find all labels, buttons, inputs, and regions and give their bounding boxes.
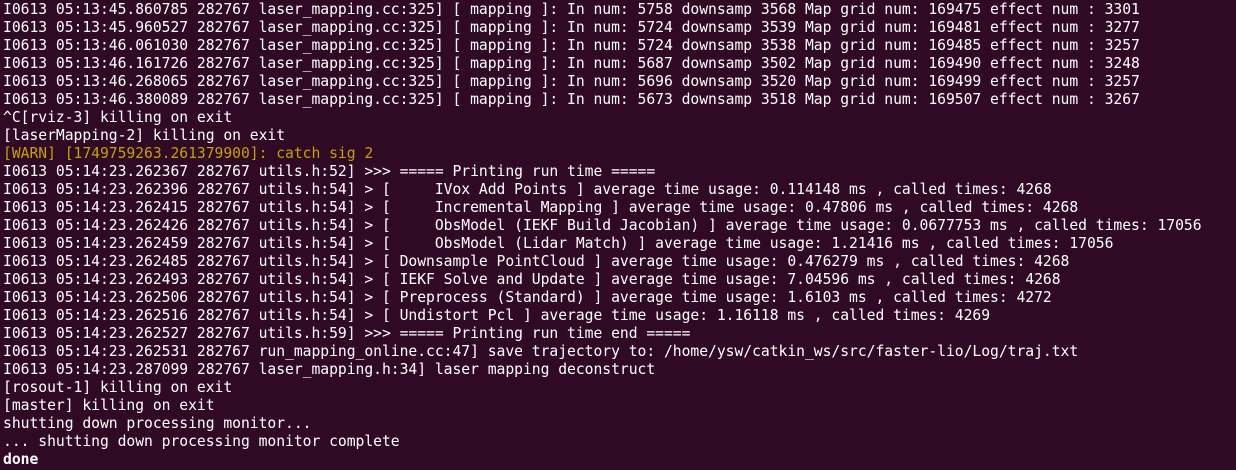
done-line: done: [3, 451, 39, 468]
log-line: I0613 05:14:23.262493 282767 utils.h:54]…: [3, 271, 1061, 288]
log-line: I0613 05:14:23.262531 282767 run_mapping…: [3, 343, 1079, 360]
log-line: ^C[rviz-3] killing on exit: [3, 109, 233, 126]
log-line: [master] killing on exit: [3, 397, 215, 414]
log-line: I0613 05:14:23.262367 282767 utils.h:52]…: [3, 163, 656, 180]
log-line: I0613 05:14:23.262516 282767 utils.h:54]…: [3, 307, 991, 324]
log-line: I0613 05:14:23.262396 282767 utils.h:54]…: [3, 181, 1052, 198]
log-line: [rosout-1] killing on exit: [3, 379, 233, 396]
log-line: I0613 05:13:46.161726 282767 laser_mappi…: [3, 55, 1140, 72]
log-line: I0613 05:13:45.960527 282767 laser_mappi…: [3, 19, 1140, 36]
log-line: I0613 05:13:46.380089 282767 laser_mappi…: [3, 91, 1140, 108]
log-line: I0613 05:14:23.287099 282767 laser_mappi…: [3, 361, 656, 378]
log-line: I0613 05:14:23.262527 282767 utils.h:59]…: [3, 325, 691, 342]
warn-line: [WARN] [1749759263.261379900]: catch sig…: [3, 145, 374, 162]
log-line: I0613 05:13:46.268065 282767 laser_mappi…: [3, 73, 1140, 90]
log-line: I0613 05:13:46.061030 282767 laser_mappi…: [3, 37, 1140, 54]
log-line: [laserMapping-2] killing on exit: [3, 127, 286, 144]
log-line: shutting down processing monitor...: [3, 415, 312, 432]
log-line: I0613 05:14:23.262485 282767 utils.h:54]…: [3, 253, 1070, 270]
log-line: I0613 05:14:23.262415 282767 utils.h:54]…: [3, 199, 1079, 216]
log-line: I0613 05:14:23.262459 282767 utils.h:54]…: [3, 235, 1114, 252]
terminal-output[interactable]: I0613 05:13:45.860785 282767 laser_mappi…: [0, 0, 1236, 470]
log-line: I0613 05:14:23.262506 282767 utils.h:54]…: [3, 289, 1052, 306]
log-line: I0613 05:14:23.262426 282767 utils.h:54]…: [3, 217, 1202, 234]
log-line: I0613 05:13:45.860785 282767 laser_mappi…: [3, 1, 1140, 18]
log-line: ... shutting down processing monitor com…: [3, 433, 400, 450]
